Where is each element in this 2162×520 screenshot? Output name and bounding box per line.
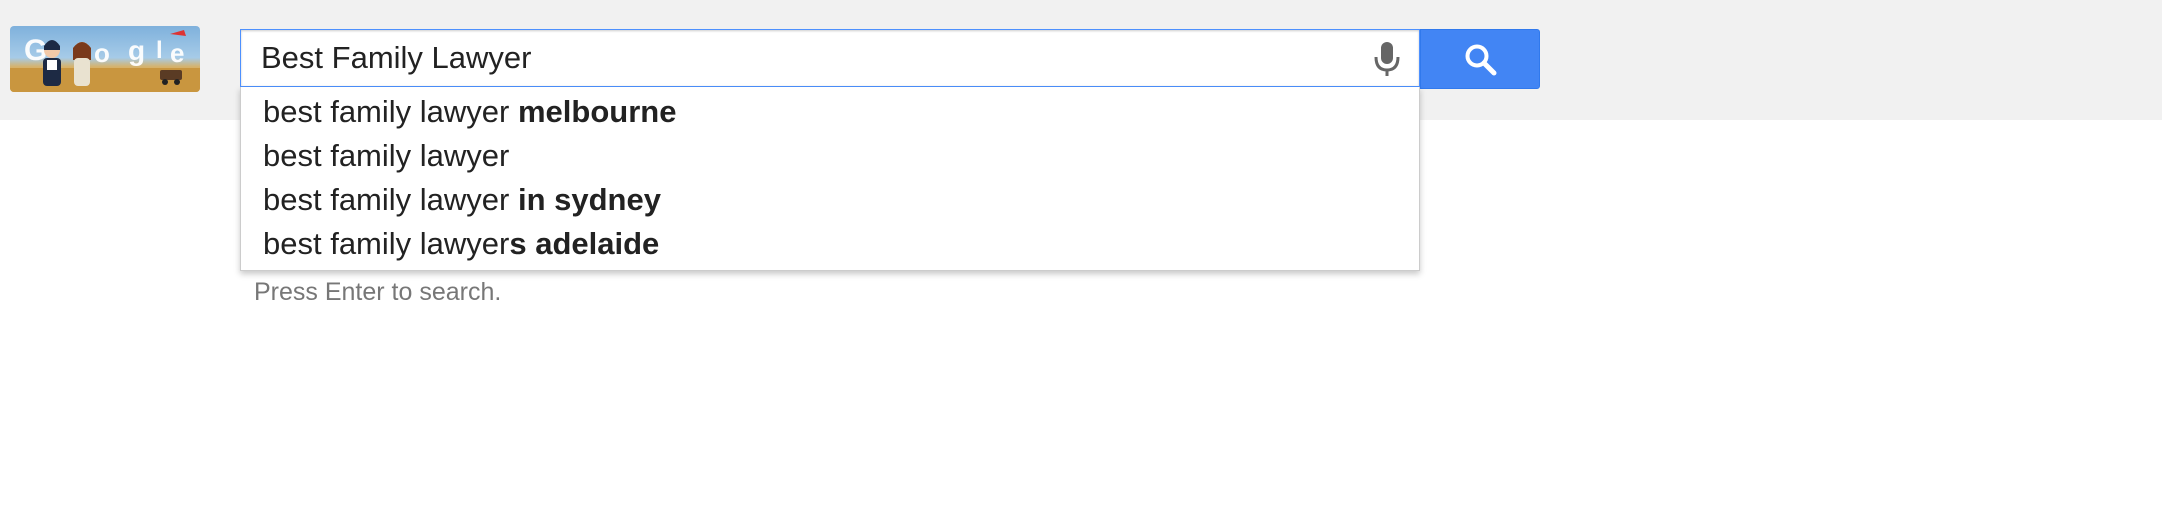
suggestion-item[interactable]: best family lawyer: [241, 134, 1419, 178]
suggestion-item[interactable]: best family lawyers adelaide: [241, 222, 1419, 266]
svg-text:o: o: [94, 38, 110, 68]
autocomplete-dropdown: best family lawyer melbourne best family…: [240, 87, 1420, 271]
magnifier-icon: [1465, 44, 1497, 76]
google-doodle-logo[interactable]: G o g l e: [10, 26, 200, 92]
suggestion-prefix: best family lawyer: [263, 226, 510, 261]
suggestion-prefix: best family lawyer: [263, 182, 518, 217]
search-box: [240, 29, 1420, 87]
svg-text:e: e: [170, 38, 184, 68]
svg-text:g: g: [128, 35, 145, 66]
suggestion-prefix: best family lawyer: [263, 138, 510, 173]
doodle-logo-icon: G o g l e: [10, 30, 200, 92]
search-button[interactable]: [1420, 29, 1540, 89]
suggestion-item[interactable]: best family lawyer in sydney: [241, 178, 1419, 222]
suggestion-completion: in sydney: [517, 182, 661, 217]
press-enter-hint: Press Enter to search.: [254, 278, 502, 306]
microphone-icon[interactable]: [1369, 40, 1405, 78]
suggestion-prefix: best family lawyer: [263, 94, 518, 129]
svg-text:l: l: [156, 37, 163, 64]
search-input[interactable]: [241, 30, 1351, 86]
suggestion-item[interactable]: best family lawyer melbourne: [241, 90, 1419, 134]
suggestion-completion: melbourne: [517, 94, 677, 129]
suggestion-completion: s adelaide: [509, 226, 660, 261]
